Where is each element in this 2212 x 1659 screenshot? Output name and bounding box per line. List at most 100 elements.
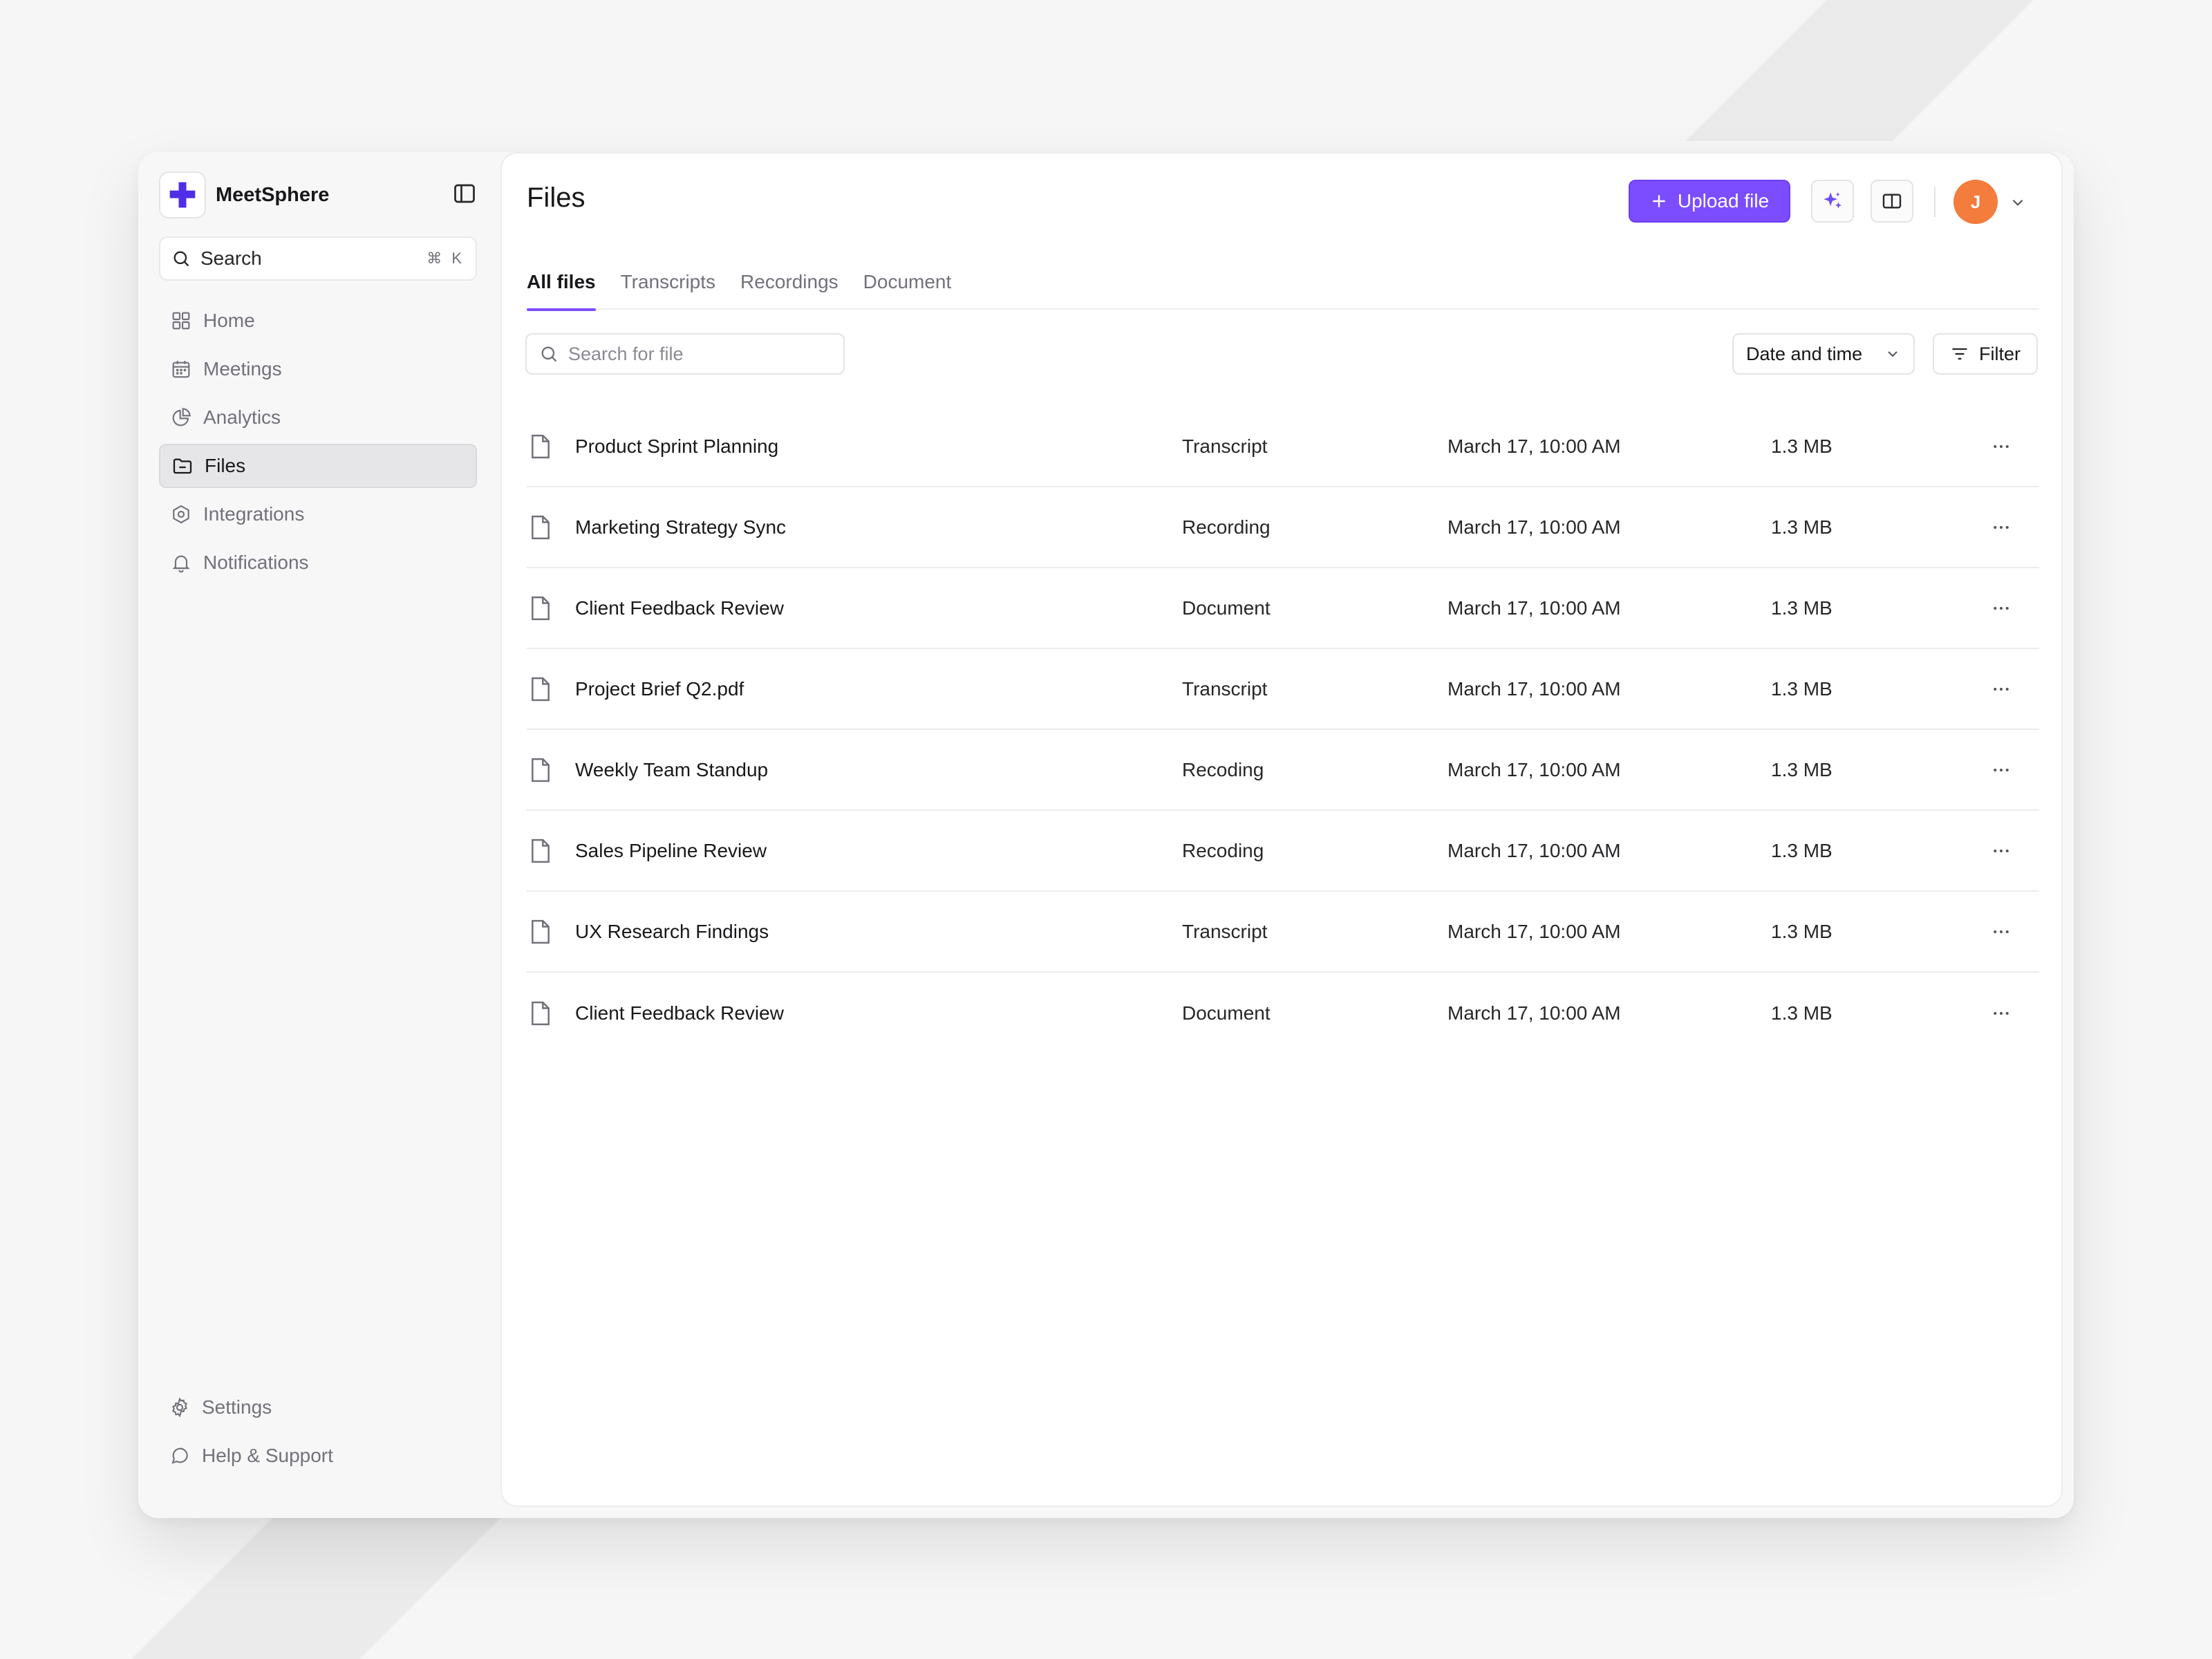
file-icon [528,433,556,460]
pie-chart-icon [170,406,192,429]
sparkle-icon [1821,189,1844,213]
more-options-icon[interactable] [1991,1003,2012,1024]
table-row[interactable]: Client Feedback Review Document March 17… [527,568,2039,649]
sidebar-search[interactable]: Search ⌘ K [159,236,477,281]
folder-icon [171,455,194,477]
avatar[interactable]: J [1953,180,1998,224]
sidebar-item-label: Analytics [203,406,281,428]
file-icon [528,837,556,865]
file-search-input[interactable] [568,343,831,365]
chevron-down-icon [1884,346,1901,362]
sidebar-item-meetings[interactable]: Meetings [159,347,477,391]
filter-icon [1950,344,1969,364]
file-size: 1.3 MB [1771,435,1833,457]
file-date: March 17, 10:00 AM [1447,839,1621,861]
sidebar-item-label: Files [205,455,246,476]
file-date: March 17, 10:00 AM [1447,1002,1621,1024]
file-icon [528,756,556,784]
file-name[interactable]: Project Brief Q2.pdf [575,678,744,700]
sidebar-item-settings[interactable]: Settings [159,1385,477,1430]
sort-date-label: Date and time [1746,343,1863,364]
file-size: 1.3 MB [1771,839,1833,861]
table-row[interactable]: Marketing Strategy Sync Recording March … [527,487,2039,568]
sidebar-item-home[interactable]: Home [159,299,477,343]
file-tabs: All files Transcripts Recordings Documen… [527,264,2039,311]
sidebar-item-analytics[interactable]: Analytics [159,395,477,440]
split-view-button[interactable] [1871,180,1913,223]
more-options-icon[interactable] [1991,517,2012,538]
file-type: Document [1182,1002,1271,1024]
file-icon [528,594,556,622]
sidebar-item-integrations[interactable]: Integrations [159,492,477,536]
file-name[interactable]: Weekly Team Standup [575,759,768,781]
file-search[interactable] [525,333,845,375]
file-name[interactable]: UX Research Findings [575,921,769,943]
file-size: 1.3 MB [1771,1002,1833,1024]
ai-assistant-button[interactable] [1811,180,1854,223]
file-date: March 17, 10:00 AM [1447,758,1621,780]
file-date: March 17, 10:00 AM [1447,435,1621,457]
hexagon-icon [170,503,192,525]
filter-button[interactable]: Filter [1933,333,2038,375]
columns-icon [1881,190,1903,212]
sidebar-nav: Home Meetings Analytics Files Integratio… [159,299,477,589]
file-type: Transcript [1182,677,1268,700]
tab-document[interactable]: Document [863,264,952,310]
sidebar-item-notifications[interactable]: Notifications [159,541,477,585]
table-row[interactable]: Product Sprint Planning Transcript March… [527,406,2039,487]
table-row[interactable]: Sales Pipeline Review Recoding March 17,… [527,811,2039,892]
file-type: Transcript [1182,435,1268,457]
more-options-icon[interactable] [1991,760,2012,780]
sidebar-toggle-icon[interactable] [452,181,477,206]
sort-date-dropdown[interactable]: Date and time [1732,333,1915,375]
tab-recordings[interactable]: Recordings [740,264,838,310]
brand-name: MeetSphere [216,183,330,206]
file-date: March 17, 10:00 AM [1447,677,1621,700]
more-options-icon[interactable] [1991,679,2012,700]
file-name[interactable]: Client Feedback Review [575,1002,784,1024]
file-size: 1.3 MB [1771,597,1833,619]
file-name[interactable]: Sales Pipeline Review [575,840,767,862]
file-icon [528,675,556,703]
more-options-icon[interactable] [1991,598,2012,619]
more-options-icon[interactable] [1991,921,2012,942]
file-type: Recording [1182,516,1271,538]
file-date: March 17, 10:00 AM [1447,516,1621,538]
file-name[interactable]: Marketing Strategy Sync [575,516,786,538]
sidebar-item-label: Help & Support [202,1445,333,1466]
main-panel: Files Upload file J All files Transcript… [500,152,2063,1507]
brand[interactable]: MeetSphere [159,171,329,218]
filter-label: Filter [1979,343,2021,364]
sidebar-item-help-support[interactable]: Help & Support [159,1434,477,1478]
chevron-down-icon[interactable] [2009,194,2027,212]
sidebar: MeetSphere Search ⌘ K Home Meetings Anal… [138,152,500,1518]
more-options-icon[interactable] [1991,841,2012,861]
upload-file-label: Upload file [1677,190,1770,212]
search-shortcut: ⌘ K [427,250,465,267]
upload-file-button[interactable]: Upload file [1629,180,1790,223]
file-icon [528,918,556,946]
sidebar-search-label: Search [200,247,262,269]
table-row[interactable]: Client Feedback Review Document March 17… [527,973,2039,1053]
table-row[interactable]: UX Research Findings Transcript March 17… [527,892,2039,973]
file-type: Transcript [1182,920,1268,942]
sidebar-item-label: Integrations [203,503,305,525]
chat-icon [169,1445,191,1467]
file-size: 1.3 MB [1771,516,1833,538]
more-options-icon[interactable] [1991,436,2012,457]
tab-transcripts[interactable]: Transcripts [621,264,715,310]
tab-all-files[interactable]: All files [527,264,596,311]
file-date: March 17, 10:00 AM [1447,597,1621,619]
file-name[interactable]: Client Feedback Review [575,597,784,619]
sidebar-item-label: Settings [202,1396,272,1418]
table-row[interactable]: Project Brief Q2.pdf Transcript March 17… [527,649,2039,730]
file-size: 1.3 MB [1771,677,1833,700]
file-type: Document [1182,597,1271,619]
file-icon [528,514,556,541]
sidebar-item-files[interactable]: Files [159,444,477,488]
table-row[interactable]: Weekly Team Standup Recoding March 17, 1… [527,730,2039,811]
search-icon [171,249,191,268]
file-name[interactable]: Product Sprint Planning [575,435,778,458]
brand-logo-icon [159,171,206,218]
header-divider [1934,187,1936,217]
